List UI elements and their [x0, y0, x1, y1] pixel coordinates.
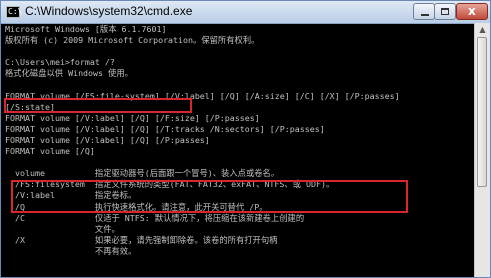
console-line: 格式化磁盘以供 Windows 使用。 — [5, 68, 133, 79]
minimize-icon — [421, 14, 429, 16]
console-line: 不再有效。 — [5, 245, 137, 256]
console-line: volume 指定驱动器号(后面跟一个冒号)、装入点或卷名。 — [5, 168, 280, 179]
close-button[interactable]: x — [456, 3, 488, 20]
console-line: 版权所有 (c) 2009 Microsoft Corporation。保留所有… — [5, 35, 260, 46]
window-title: C:\Windows\system32\cmd.exe — [25, 4, 193, 18]
console-output[interactable]: Microsoft Windows [版本 6.1.7601] 版权所有 (c)… — [5, 24, 475, 277]
vertical-scrollbar[interactable]: ▲ — [474, 23, 490, 277]
console-line: FORMAT volume [/Q] — [5, 146, 95, 157]
console-line: FORMAT volume [/V:label] [/Q] [/P:passes… — [5, 134, 210, 145]
cmd-window: C:\ C:\Windows\system32\cmd.exe x Micros… — [0, 0, 491, 278]
console-line: /C 仅适于 NTFS: 默认情况下，将压缩在该新建卷上创建的 — [5, 212, 305, 223]
console-line: Microsoft Windows [版本 6.1.7601] — [5, 24, 167, 34]
console-line: C:\Users\mei>format /? — [5, 57, 115, 68]
cmd-icon[interactable]: C:\ — [6, 6, 22, 18]
console-line: 文件。 — [5, 223, 120, 234]
console-line: FORMAT volume [/V:label] [/Q] [/F:size] … — [5, 112, 260, 123]
minimize-button[interactable] — [413, 3, 435, 20]
highlight-box-volume-fs — [11, 180, 408, 213]
console-line: /X 如果必要，请先强制卸除卷。该卷的所有打开句柄 — [5, 234, 278, 245]
maximize-icon — [441, 8, 449, 15]
scrollbar-thumb[interactable] — [477, 37, 487, 187]
close-icon: x — [468, 4, 476, 18]
maximize-button[interactable] — [434, 3, 456, 20]
title-bar[interactable]: C:\ C:\Windows\system32\cmd.exe x — [1, 1, 490, 24]
highlight-box-fs-syntax — [4, 98, 192, 113]
console-line: FORMAT volume [/V:label] [/Q] [/T:tracks… — [5, 123, 325, 134]
scroll-up-icon[interactable]: ▲ — [478, 25, 487, 34]
